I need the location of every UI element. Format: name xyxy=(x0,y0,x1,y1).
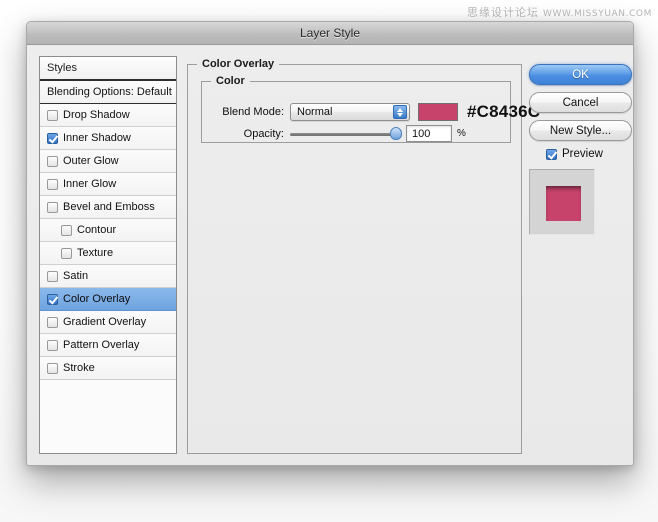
sidebar-item-inner-glow[interactable]: Inner Glow xyxy=(40,173,176,196)
sidebar-item-satin[interactable]: Satin xyxy=(40,265,176,288)
effect-label: Gradient Overlay xyxy=(63,316,147,328)
effect-label: Contour xyxy=(77,224,117,236)
effect-checkbox[interactable] xyxy=(47,293,58,305)
effect-label: Texture xyxy=(77,247,114,259)
blend-mode-label: Blend Mode: xyxy=(222,106,284,118)
sidebar-item-inner-shadow[interactable]: Inner Shadow xyxy=(40,127,176,150)
sidebar-item-blending-options[interactable]: Blending Options: Default xyxy=(40,81,176,104)
effect-checkbox[interactable] xyxy=(47,339,58,351)
sidebar-item-drop-shadow[interactable]: Drop Shadow xyxy=(40,104,176,127)
opacity-slider-thumb[interactable] xyxy=(390,126,402,140)
styles-list-pane: Styles Blending Options: Default Drop Sh… xyxy=(39,56,177,454)
effect-checkbox[interactable] xyxy=(61,224,72,236)
effect-label: Pattern Overlay xyxy=(63,339,140,351)
preview-shape xyxy=(546,186,581,221)
effect-label: Inner Glow xyxy=(63,178,117,190)
styles-header-label: Styles xyxy=(47,62,77,74)
sidebar-item-bevel-and-emboss[interactable]: Bevel and Emboss xyxy=(40,196,176,219)
dialog-title: Layer Style xyxy=(299,26,361,40)
effect-label: Bevel and Emboss xyxy=(63,201,155,213)
watermark-url-text: WWW.MISSYUAN.COM xyxy=(543,9,652,19)
color-overlay-legend: Color Overlay xyxy=(197,58,280,70)
cancel-button[interactable]: Cancel xyxy=(529,92,632,113)
color-group-legend: Color xyxy=(211,75,250,87)
sidebar-item-texture[interactable]: Texture xyxy=(40,242,176,265)
dialog-body: Styles Blending Options: Default Drop Sh… xyxy=(27,45,633,465)
blending-options-label: Blending Options: Default xyxy=(47,86,172,98)
effect-checkbox[interactable] xyxy=(47,316,58,328)
preview-checkbox[interactable] xyxy=(546,148,557,160)
opacity-value: 100 xyxy=(412,127,431,140)
dialog-titlebar[interactable]: Layer Style xyxy=(27,22,633,45)
blend-mode-select[interactable]: Normal xyxy=(290,103,410,121)
effect-checkbox[interactable] xyxy=(47,201,58,213)
sidebar-item-contour[interactable]: Contour xyxy=(40,219,176,242)
preview-label: Preview xyxy=(562,148,603,160)
styles-list-header[interactable]: Styles xyxy=(40,57,176,81)
ok-button[interactable]: OK xyxy=(529,64,632,85)
sidebar-item-outer-glow[interactable]: Outer Glow xyxy=(40,150,176,173)
effect-checkbox[interactable] xyxy=(47,155,58,167)
opacity-slider[interactable] xyxy=(290,126,402,142)
effect-checkbox[interactable] xyxy=(47,178,58,190)
effect-label: Drop Shadow xyxy=(63,109,130,121)
effects-list: Drop Shadow Inner Shadow Outer Glow Inner G… xyxy=(40,104,176,380)
effect-label: Stroke xyxy=(63,362,95,374)
effect-checkbox[interactable] xyxy=(47,132,58,144)
layer-style-dialog: Layer Style Styles Blending Options: Def… xyxy=(26,21,634,466)
chevron-updown-icon xyxy=(393,105,407,119)
sidebar-item-color-overlay[interactable]: Color Overlay xyxy=(40,288,176,311)
blend-mode-value: Normal xyxy=(297,106,333,118)
opacity-label: Opacity: xyxy=(243,127,284,140)
screen: 思缘设计论坛 WWW.MISSYUAN.COM Layer Style Style… xyxy=(0,0,658,522)
color-overlay-section: Color Overlay Color Blend Mode: Normal #… xyxy=(187,58,540,454)
preview-thumbnail xyxy=(529,169,595,235)
opacity-unit: % xyxy=(457,128,466,139)
opacity-input[interactable]: 100 xyxy=(406,125,452,142)
color-swatch[interactable] xyxy=(418,103,458,121)
opacity-row: Opacity: 100 % xyxy=(216,125,466,142)
new-style-button[interactable]: New Style... xyxy=(529,120,632,141)
watermark-cn-text: 思缘设计论坛 xyxy=(467,6,540,19)
new-style-button-label: New Style... xyxy=(549,124,612,137)
effect-label: Color Overlay xyxy=(63,293,131,305)
effect-label: Satin xyxy=(63,270,89,282)
color-group: Color Blend Mode: Normal #C8436C Opacity… xyxy=(201,75,540,143)
cancel-button-label: Cancel xyxy=(562,96,599,109)
effect-label: Outer Glow xyxy=(63,155,119,167)
effect-checkbox[interactable] xyxy=(47,109,58,121)
effect-label: Inner Shadow xyxy=(63,132,131,144)
watermark: 思缘设计论坛 WWW.MISSYUAN.COM xyxy=(467,4,652,20)
sidebar-item-pattern-overlay[interactable]: Pattern Overlay xyxy=(40,334,176,357)
blend-mode-row: Blend Mode: Normal #C8436C xyxy=(216,102,540,122)
preview-toggle[interactable]: Preview xyxy=(546,148,603,160)
sidebar-item-gradient-overlay[interactable]: Gradient Overlay xyxy=(40,311,176,334)
effect-checkbox[interactable] xyxy=(47,362,58,374)
opacity-slider-track xyxy=(290,132,400,136)
effect-checkbox[interactable] xyxy=(47,270,58,282)
sidebar-item-stroke[interactable]: Stroke xyxy=(40,357,176,380)
effect-checkbox[interactable] xyxy=(61,247,72,259)
ok-button-label: OK xyxy=(572,68,589,81)
